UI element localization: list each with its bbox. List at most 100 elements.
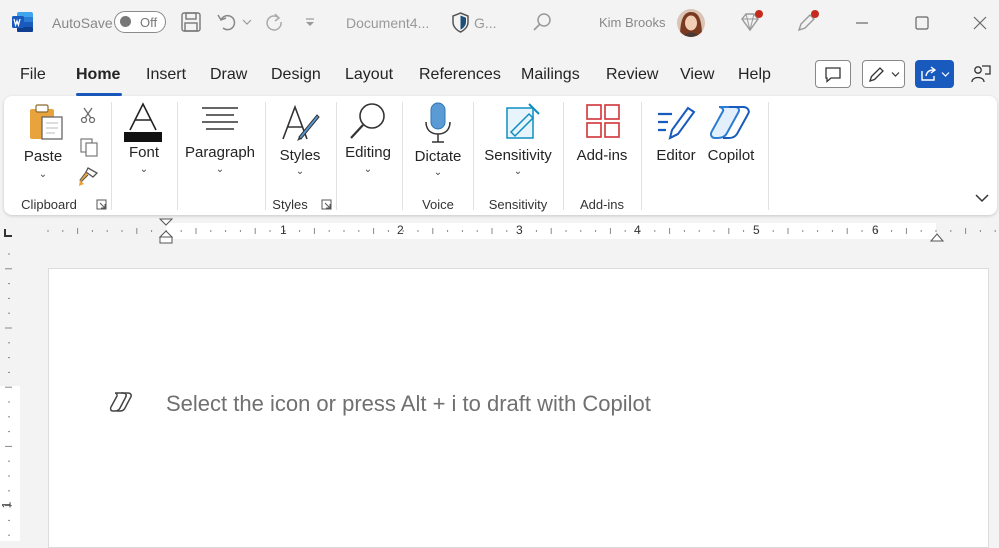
dialog-launcher-icon[interactable] [321, 199, 332, 210]
tab-view[interactable]: View [680, 66, 714, 84]
document-page[interactable]: Select the icon or press Alt + i to draf… [48, 268, 989, 548]
avatar[interactable] [677, 9, 705, 37]
customize-toolbar-icon[interactable] [303, 15, 317, 29]
tab-mailings[interactable]: Mailings [521, 66, 580, 84]
sensitivity-label-short[interactable]: G... [474, 15, 497, 31]
tab-stop-selector-icon[interactable] [3, 228, 13, 238]
tab-references[interactable]: References [419, 66, 501, 84]
editing-search-icon[interactable] [348, 101, 388, 141]
copilot-draft-icon[interactable] [109, 391, 133, 413]
copilot-placeholder-text[interactable]: Select the icon or press Alt + i to draf… [166, 391, 651, 417]
comments-button[interactable] [815, 60, 851, 88]
paragraph-icon[interactable] [202, 106, 238, 132]
save-icon[interactable] [180, 11, 202, 33]
styles-label[interactable]: Styles [280, 147, 321, 164]
autosave-label: AutoSave [52, 15, 113, 31]
sensitivity-chevron-icon[interactable]: ⌄ [514, 166, 522, 177]
ribbon-separator [336, 102, 337, 210]
copilot-label[interactable]: Copilot [708, 147, 755, 164]
autosave-toggle[interactable]: Off [114, 11, 166, 33]
add-ins-grid-icon[interactable] [585, 103, 621, 139]
shield-icon[interactable] [451, 12, 470, 33]
paste-label[interactable]: Paste [24, 148, 62, 165]
add-ins-group-label: Add-ins [579, 197, 625, 212]
ribbon-separator [641, 102, 642, 210]
maximize-icon[interactable] [912, 13, 932, 33]
chevron-down-icon [941, 72, 950, 77]
paragraph-chevron-icon[interactable]: ⌄ [216, 164, 224, 175]
ribbon-separator [768, 102, 769, 210]
avatar-photo-icon [677, 9, 705, 37]
share-button[interactable] [915, 60, 954, 88]
sensitivity-group-label: Sensitivity [488, 197, 548, 212]
dialog-launcher-icon[interactable] [96, 199, 107, 210]
font-chevron-icon[interactable]: ⌄ [140, 164, 148, 175]
add-ins-label[interactable]: Add-ins [577, 147, 628, 164]
ruler-number: 1 [280, 223, 287, 237]
paste-clipboard-icon[interactable] [27, 103, 65, 141]
ruler-number: 5 [753, 223, 760, 237]
left-indent-marker-icon[interactable] [158, 218, 174, 244]
ribbon-separator [265, 102, 266, 210]
premium-diamond-icon[interactable] [738, 9, 764, 35]
ribbon-separator [111, 102, 112, 210]
tab-design[interactable]: Design [271, 66, 321, 84]
ruler-number: 3 [516, 223, 523, 237]
editing-label[interactable]: Editing [345, 144, 391, 161]
paste-chevron-icon[interactable]: ⌄ [39, 169, 47, 180]
tab-file[interactable]: File [20, 66, 46, 84]
present-icon[interactable] [970, 63, 992, 85]
format-painter-icon[interactable] [77, 166, 99, 188]
dictate-chevron-icon[interactable]: ⌄ [434, 167, 442, 178]
dictate-label[interactable]: Dictate [415, 148, 462, 165]
document-title[interactable]: Document4... [346, 15, 429, 31]
undo-dropdown-chevron-icon[interactable] [242, 17, 252, 27]
toggle-knob [120, 16, 131, 27]
comment-icon [825, 67, 841, 83]
cut-icon[interactable] [79, 106, 97, 124]
minimize-icon[interactable] [852, 13, 872, 33]
vertical-ruler-ticks-icon [0, 246, 20, 541]
word-logo-icon[interactable] [12, 11, 34, 33]
copilot-icon[interactable] [709, 103, 751, 141]
redo-icon[interactable] [263, 11, 285, 33]
microphone-icon[interactable] [423, 102, 453, 144]
editing-chevron-icon[interactable]: ⌄ [364, 164, 372, 175]
styles-chevron-icon[interactable]: ⌄ [296, 166, 304, 177]
font-icon[interactable] [122, 102, 164, 142]
ruler-number: 2 [397, 223, 404, 237]
tab-help[interactable]: Help [738, 66, 771, 84]
pencil-icon [868, 67, 884, 83]
sensitivity-label[interactable]: Sensitivity [484, 147, 552, 164]
editor-label[interactable]: Editor [656, 147, 695, 164]
tab-home[interactable]: Home [76, 66, 120, 84]
styles-group-label: Styles [272, 197, 308, 212]
editing-mode-button[interactable] [862, 60, 905, 88]
tab-draw[interactable]: Draw [210, 66, 247, 84]
share-icon [921, 66, 937, 81]
clipboard-group-label: Clipboard [21, 197, 77, 212]
search-icon[interactable] [531, 11, 553, 33]
editor-icon[interactable] [656, 102, 696, 142]
tab-review[interactable]: Review [606, 66, 658, 84]
user-name[interactable]: Kim Brooks [599, 15, 665, 30]
ribbon-separator [402, 102, 403, 210]
ribbon-separator [177, 102, 178, 210]
voice-group-label: Voice [422, 197, 454, 212]
pen-notification-icon[interactable] [794, 9, 820, 35]
title-bar: AutoSave Off Document4... G... Kim Brook… [0, 0, 999, 46]
styles-icon[interactable] [281, 103, 321, 143]
right-indent-marker-icon[interactable] [929, 230, 945, 242]
copy-icon[interactable] [79, 137, 99, 157]
ruler-number: 4 [634, 223, 641, 237]
undo-icon[interactable] [216, 11, 238, 33]
sensitivity-icon[interactable] [503, 102, 541, 142]
tab-layout[interactable]: Layout [345, 66, 393, 84]
ruler-number: 6 [872, 223, 879, 237]
vertical-ruler[interactable]: 1 [0, 246, 20, 541]
close-icon[interactable] [970, 13, 990, 33]
tab-insert[interactable]: Insert [146, 66, 186, 84]
paragraph-label[interactable]: Paragraph [185, 144, 255, 161]
expand-ribbon-chevron-icon[interactable] [975, 193, 989, 203]
font-label[interactable]: Font [129, 144, 159, 161]
